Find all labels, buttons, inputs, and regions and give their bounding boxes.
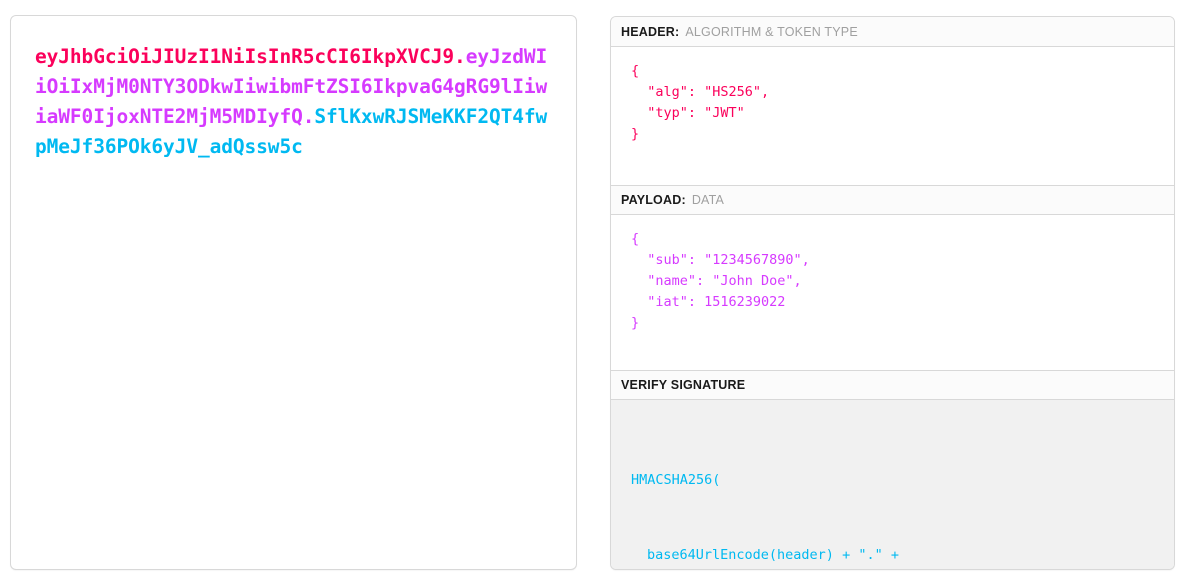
signature-verification-body: HMACSHA256( base64UrlEncode(header) + ".… [611,400,1174,569]
signature-line-hmac: HMACSHA256( [631,472,721,488]
section-header-header: HEADER: ALGORITHM & TOKEN TYPE [611,17,1174,47]
header-json-body[interactable]: { "alg": "HS256", "typ": "JWT" } [611,47,1174,185]
signature-section-label: VERIFY SIGNATURE [621,378,746,392]
header-section-sublabel: ALGORITHM & TOKEN TYPE [685,24,858,39]
payload-json-body[interactable]: { "sub": "1234567890", "name": "John Doe… [611,215,1174,370]
payload-section-label: PAYLOAD: [621,193,686,207]
payload-section-sublabel: DATA [691,193,725,207]
jwt-debugger-page: eyJhbGciOiJIUzI1NiIsInR5cCI6IkpXVCJ9.eyJ… [0,0,1197,588]
encoded-token-panel[interactable]: eyJhbGciOiJIUzI1NiIsInR5cCI6IkpXVCJ9.eyJ… [10,15,577,570]
section-header-payload: PAYLOAD: DATA [611,185,1174,215]
decoded-token-panel: HEADER: ALGORITHM & TOKEN TYPE { "alg": … [610,16,1175,570]
token-header-segment: eyJhbGciOiJIUzI1NiIsInR5cCI6IkpXVCJ9 [35,45,455,68]
section-header-verify-signature: VERIFY SIGNATURE [611,370,1174,400]
token-dot-separator-1: . [454,45,466,68]
encoded-token-text[interactable]: eyJhbGciOiJIUzI1NiIsInR5cCI6IkpXVCJ9.eyJ… [35,42,558,162]
token-dot-separator-2: . [302,105,315,128]
header-section-label: HEADER: [621,24,680,39]
signature-line-header-encode: base64UrlEncode(header) + "." + [647,547,899,563]
